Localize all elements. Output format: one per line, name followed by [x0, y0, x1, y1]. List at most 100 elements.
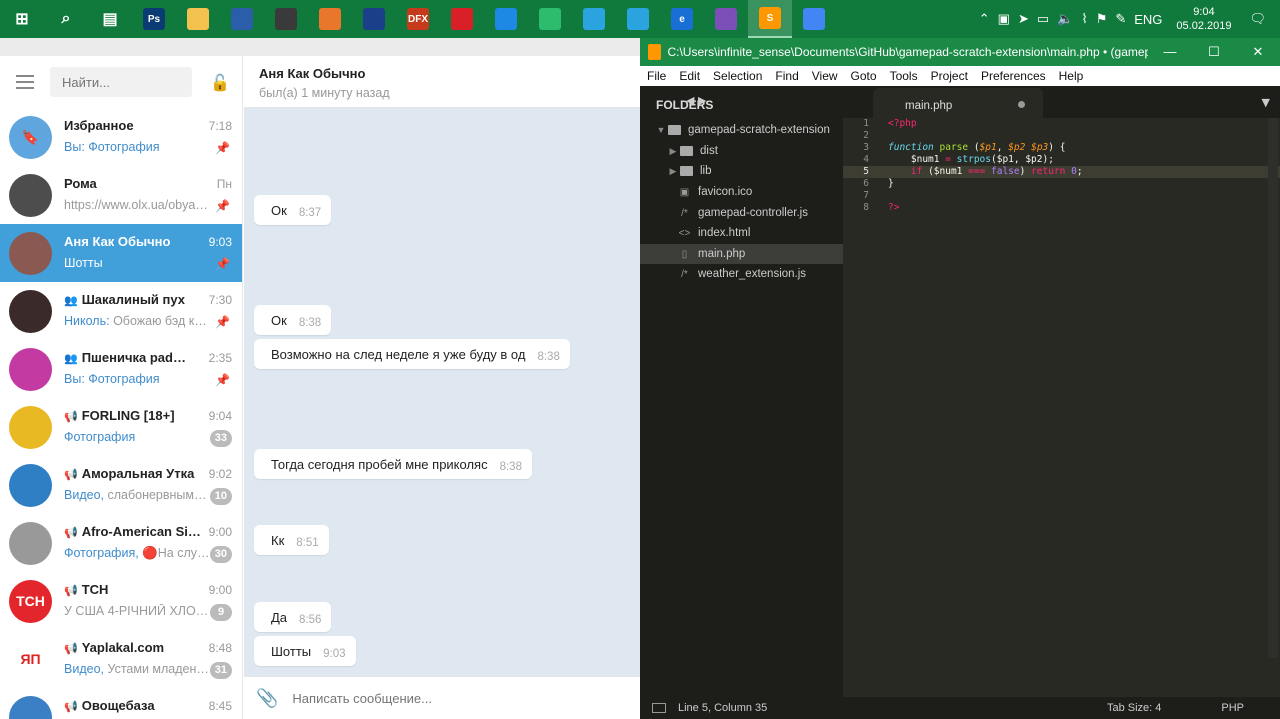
flag-icon[interactable]: ⚑: [1096, 11, 1108, 27]
message-input[interactable]: [292, 690, 593, 706]
chat-item[interactable]: ТСН 📢 ТСН 9:00 У США 4-РІЧНИЙ ХЛОП… 9: [0, 572, 242, 630]
avatar: [9, 173, 52, 217]
chat-item[interactable]: 📢 Аморальная Утка 9:02 Видео, слабонервным……: [0, 456, 242, 514]
tab-main-php[interactable]: main.php: [873, 88, 1043, 118]
tree-item[interactable]: ▣ favicon.ico: [640, 182, 843, 202]
chrome-taskbar-icon[interactable]: [792, 0, 836, 38]
menu-help[interactable]: Help: [1059, 69, 1084, 83]
tree-item[interactable]: /* gamepad-controller.js: [640, 203, 843, 223]
app-green-taskbar-icon[interactable]: [528, 0, 572, 38]
start-taskbar-icon[interactable]: ⊞: [0, 0, 44, 38]
preview-prefix: Фотография: [64, 430, 136, 444]
message-bubble[interactable]: Возможно на след неделе я уже буду в од 8…: [254, 339, 570, 369]
chat-item[interactable]: 📢 FORLING [18+] 9:04 Фотография 33: [0, 398, 242, 456]
tree-item[interactable]: ▼ gamepad-scratch-extension: [640, 120, 843, 140]
menu-goto[interactable]: Goto: [851, 69, 877, 83]
lock-icon[interactable]: 🔓: [210, 73, 230, 92]
minimize-icon[interactable]: —: [1148, 44, 1192, 60]
chevron-up-icon[interactable]: ⌃: [979, 11, 990, 27]
photoshop-taskbar-icon[interactable]: Ps: [132, 0, 176, 38]
menu-preferences[interactable]: Preferences: [981, 69, 1046, 83]
menu-find[interactable]: Find: [775, 69, 798, 83]
clock[interactable]: 9:04 05.02.2019: [1176, 5, 1231, 33]
chat-header[interactable]: Аня Как Обычно был(а) 1 минуту назад: [244, 56, 640, 108]
telegram-2-taskbar-icon[interactable]: [616, 0, 660, 38]
message-bubble[interactable]: Ок 8:37: [254, 195, 332, 225]
chat-item[interactable]: ЯП 📢 Yaplakal.com 8:48 Видео, Устами младен……: [0, 630, 242, 688]
tree-item[interactable]: <> index.html: [640, 223, 843, 243]
edge-taskbar-icon[interactable]: e: [660, 0, 704, 38]
menu-selection[interactable]: Selection: [713, 69, 762, 83]
panel-toggle-icon[interactable]: [652, 703, 666, 713]
telegram-1-taskbar-icon[interactable]: [572, 0, 616, 38]
calculator-taskbar-icon[interactable]: [264, 0, 308, 38]
tree-item[interactable]: ▶ lib: [640, 161, 843, 181]
app-blue-taskbar-icon[interactable]: [484, 0, 528, 38]
tree-item[interactable]: ▶ dist: [640, 141, 843, 161]
app-red-taskbar-icon[interactable]: [440, 0, 484, 38]
chevron-right-icon[interactable]: ▶: [666, 166, 680, 177]
menu-edit[interactable]: Edit: [679, 69, 700, 83]
message-bubble[interactable]: Кк 8:51: [254, 525, 329, 555]
volume-icon[interactable]: 🔈: [1057, 11, 1073, 27]
app-purple-taskbar-icon[interactable]: [704, 0, 748, 38]
message-bubble[interactable]: Тогда сегодня пробей мне приколяс 8:38: [254, 449, 532, 479]
chat-item[interactable]: 📢 Afro-American Sid… 9:00 Фотография, 🔴На с…: [0, 514, 242, 572]
photoshop-icon: Ps: [143, 8, 165, 30]
telegram-tray-icon[interactable]: ➤: [1018, 11, 1029, 27]
dfx-taskbar-icon[interactable]: DFX: [396, 0, 440, 38]
message-bubble[interactable]: Ок 8:38: [254, 305, 332, 335]
pin-icon: 📌: [215, 257, 230, 271]
tab-nav-arrows-icon[interactable]: ◀ ▶: [686, 94, 706, 107]
chevron-right-icon[interactable]: ▶: [666, 146, 680, 157]
syntax-mode[interactable]: PHP: [1221, 702, 1244, 714]
tree-item[interactable]: ▯ main.php: [640, 244, 843, 264]
menu-icon[interactable]: [16, 75, 34, 89]
chat-time: 8:45: [208, 699, 232, 713]
sublime-taskbar-icon[interactable]: S: [748, 0, 792, 38]
chevron-down-icon[interactable]: ▼: [654, 125, 668, 135]
chat-item[interactable]: Рома Пн https://www.olx.ua/obyavl… 📌: [0, 166, 242, 224]
chat-time: 9:00: [208, 583, 232, 597]
close-icon[interactable]: ✕: [1236, 44, 1280, 60]
menu-project[interactable]: Project: [931, 69, 968, 83]
vertical-scrollbar[interactable]: [1268, 118, 1278, 658]
maximize-icon[interactable]: ☐: [1192, 44, 1236, 60]
wifi-icon[interactable]: ⌇: [1081, 11, 1087, 27]
app-dd-taskbar-icon[interactable]: [352, 0, 396, 38]
chat-item[interactable]: 📢 Овощебаза 8:45: [0, 688, 242, 719]
menu-file[interactable]: File: [647, 69, 666, 83]
search-taskbar-icon[interactable]: ⌕: [44, 0, 88, 38]
channel-icon: 📢: [64, 585, 78, 597]
code-editor[interactable]: 12345678 <?php function parse ($p1, $p2 …: [843, 118, 1280, 697]
folder-icon: [680, 166, 693, 176]
code-line-6: }: [888, 178, 894, 189]
menu-view[interactable]: View: [812, 69, 838, 83]
floppy-taskbar-icon[interactable]: [220, 0, 264, 38]
media-taskbar-icon[interactable]: [308, 0, 352, 38]
tray-app-icon[interactable]: ▣: [998, 11, 1010, 27]
file-explorer-taskbar-icon[interactable]: [176, 0, 220, 38]
pen-icon[interactable]: ✎: [1115, 11, 1126, 27]
avatar: [9, 289, 52, 333]
tree-item-label: lib: [700, 165, 712, 177]
tab-size[interactable]: Tab Size: 4: [1107, 702, 1161, 714]
search-input[interactable]: [50, 67, 192, 97]
tree-item[interactable]: /* weather_extension.js: [640, 264, 843, 284]
notifications-icon[interactable]: 🗨: [1249, 11, 1266, 27]
message-bubble[interactable]: Шотты 9:03: [254, 636, 356, 666]
unsaved-dot-icon[interactable]: [1018, 101, 1025, 108]
message-bubble[interactable]: Да 8:56: [254, 602, 332, 632]
attach-icon[interactable]: 📎: [256, 688, 278, 709]
chat-time: 9:04: [208, 409, 232, 423]
task-view-taskbar-icon[interactable]: ▤: [88, 0, 132, 38]
chat-item[interactable]: 👥 Пшеничка pad… 2:35 Вы: Фотография 📌: [0, 340, 242, 398]
battery-icon[interactable]: ▭: [1037, 11, 1049, 27]
chat-item[interactable]: 🔖 Избранное 7:18 Вы: Фотография 📌: [0, 108, 242, 166]
menu-tools[interactable]: Tools: [890, 69, 918, 83]
chrome-icon: [803, 8, 825, 30]
chat-item[interactable]: Аня Как Обычно 9:03 Шотты 📌: [0, 224, 242, 282]
tab-dropdown-icon[interactable]: ▼: [1262, 96, 1270, 109]
chat-item[interactable]: 👥 Шакалиный пух 7:30 Николь: Обожаю бэд к… 📌: [0, 282, 242, 340]
language-indicator[interactable]: ENG: [1134, 12, 1162, 27]
